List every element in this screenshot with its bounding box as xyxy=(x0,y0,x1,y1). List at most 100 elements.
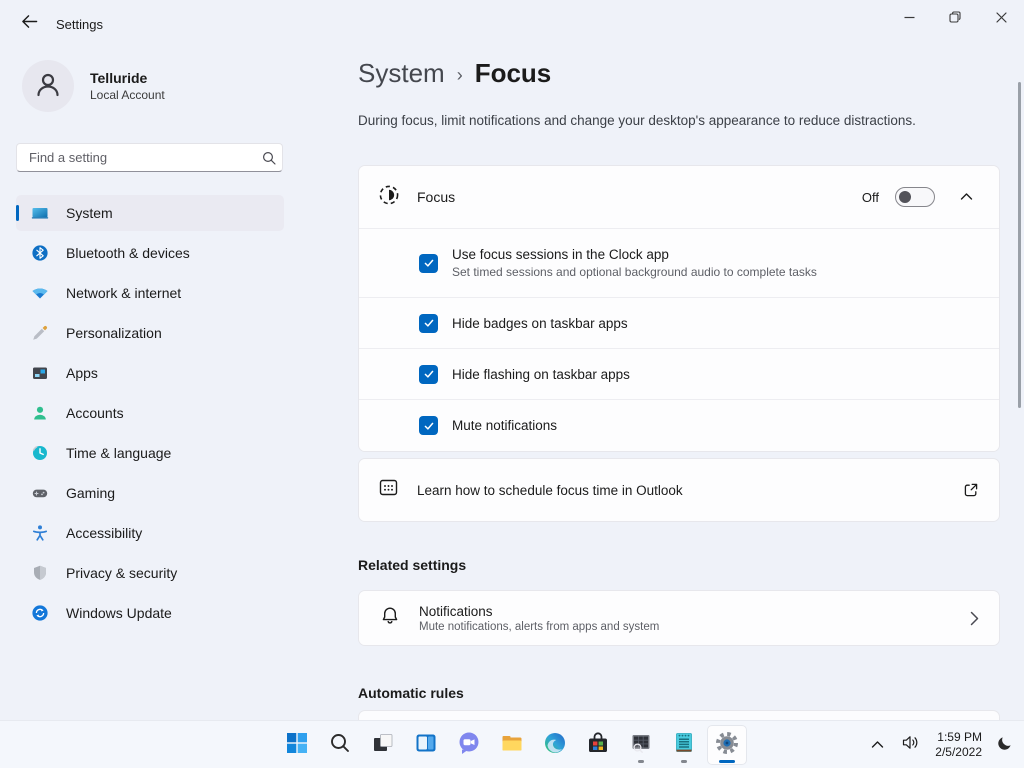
scrollbar[interactable] xyxy=(1018,82,1021,408)
sidebar-item-label: Apps xyxy=(66,365,98,381)
outlook-link-label: Learn how to schedule focus time in Outl… xyxy=(417,482,683,498)
collapse-button[interactable] xyxy=(951,182,981,212)
sidebar-item-label: Time & language xyxy=(66,445,172,461)
system-icon xyxy=(31,204,49,222)
task-view-icon xyxy=(371,731,395,760)
checkbox-checked[interactable] xyxy=(419,416,438,435)
checkbox-checked[interactable] xyxy=(419,313,438,333)
back-button[interactable] xyxy=(14,12,44,36)
clock[interactable]: 1:59 PM 2/5/2022 xyxy=(933,730,984,760)
file-explorer-button[interactable] xyxy=(492,725,532,765)
running-indicator xyxy=(638,760,644,763)
option-texts: Hide badges on taskbar apps xyxy=(452,316,628,331)
avatar xyxy=(22,60,74,112)
sidebar-item-privacy-security[interactable]: Privacy & security xyxy=(16,555,284,591)
sidebar-item-bluetooth-devices[interactable]: Bluetooth & devices xyxy=(16,235,284,271)
option-label: Hide badges on taskbar apps xyxy=(452,315,628,331)
search-input[interactable] xyxy=(17,150,256,165)
focus-title: Focus xyxy=(417,189,456,205)
sidebar-item-label: Personalization xyxy=(66,325,162,341)
account-type: Local Account xyxy=(90,88,165,102)
start-button[interactable] xyxy=(277,725,317,765)
log-viewer-app-button[interactable] xyxy=(621,725,661,765)
sidebar: Telluride Local Account System Bluet xyxy=(0,48,300,720)
outlook-link-row[interactable]: Learn how to schedule focus time in Outl… xyxy=(359,459,999,521)
focus-option-row[interactable]: Mute notifications xyxy=(359,400,999,451)
bell-icon xyxy=(379,605,401,632)
external-link-icon xyxy=(963,482,979,498)
edge-icon xyxy=(543,731,567,760)
sidebar-item-label: Gaming xyxy=(66,485,116,501)
account-header[interactable]: Telluride Local Account xyxy=(22,60,165,112)
taskbar-search-button[interactable] xyxy=(320,725,360,765)
focus-option-row[interactable]: Use focus sessions in the Clock app Set … xyxy=(359,229,999,298)
privacy-shield-icon xyxy=(31,564,49,582)
sidebar-item-label: Accessibility xyxy=(66,525,143,541)
edge-browser-button[interactable] xyxy=(535,725,575,765)
focus-toggle[interactable] xyxy=(895,187,935,207)
tray-expand-button[interactable] xyxy=(866,725,889,765)
option-label: Mute notifications xyxy=(452,418,558,433)
widgets-icon xyxy=(414,731,438,760)
personalization-brush-icon xyxy=(31,324,49,342)
automatic-rules-heading: Automatic rules xyxy=(358,685,464,701)
sidebar-item-personalization[interactable]: Personalization xyxy=(16,315,284,351)
running-indicator xyxy=(681,760,687,763)
apps-icon xyxy=(31,364,49,382)
sidebar-item-time-language[interactable]: Time & language xyxy=(16,435,284,471)
sidebar-item-gaming[interactable]: Gaming xyxy=(16,475,284,511)
active-indicator xyxy=(719,760,735,763)
sidebar-item-label: Bluetooth & devices xyxy=(66,245,190,261)
sidebar-item-accessibility[interactable]: Accessibility xyxy=(16,515,284,551)
focus-option-row[interactable]: Hide flashing on taskbar apps xyxy=(359,349,999,400)
log-viewer-app-icon xyxy=(629,731,653,760)
chat-button[interactable] xyxy=(449,725,489,765)
tray-date: 2/5/2022 xyxy=(935,745,982,759)
close-button[interactable] xyxy=(978,0,1024,34)
back-arrow-icon xyxy=(21,14,38,34)
notepad-app-button[interactable] xyxy=(664,725,704,765)
checkbox-checked[interactable] xyxy=(419,364,438,384)
automatic-rules-card[interactable] xyxy=(358,710,1000,720)
checkbox-checked[interactable] xyxy=(419,253,438,273)
volume-icon xyxy=(902,735,920,755)
gaming-icon xyxy=(31,484,49,502)
account-texts: Telluride Local Account xyxy=(90,70,165,102)
main-content: System › Focus During focus, limit notif… xyxy=(358,48,1024,720)
focus-header-row[interactable]: Focus Off xyxy=(359,166,999,229)
accessibility-icon xyxy=(31,524,49,542)
sidebar-item-windows-update[interactable]: Windows Update xyxy=(16,595,284,631)
focus-assist-button[interactable] xyxy=(992,725,1018,765)
restore-button[interactable] xyxy=(932,0,978,34)
option-label: Use focus sessions in the Clock app xyxy=(452,247,669,262)
volume-button[interactable] xyxy=(897,725,925,765)
search-icon[interactable] xyxy=(256,151,282,165)
settings-window: Settings Telluride Local Account Find a … xyxy=(0,0,1024,768)
settings-app-button[interactable] xyxy=(707,725,747,765)
notifications-texts: Notifications Mute notifications, alerts… xyxy=(419,604,659,633)
page-description: During focus, limit notifications and ch… xyxy=(358,113,916,128)
sidebar-item-network-internet[interactable]: Network & internet xyxy=(16,275,284,311)
focus-option-row[interactable]: Hide badges on taskbar apps xyxy=(359,298,999,349)
app-title: Settings xyxy=(56,17,103,32)
notifications-row[interactable]: Notifications Mute notifications, alerts… xyxy=(359,591,999,645)
sidebar-item-apps[interactable]: Apps xyxy=(16,355,284,391)
sidebar-item-accounts[interactable]: Accounts xyxy=(16,395,284,431)
option-texts: Hide flashing on taskbar apps xyxy=(452,367,630,382)
task-view-button[interactable] xyxy=(363,725,403,765)
toggle-knob xyxy=(899,191,911,203)
sidebar-item-system[interactable]: System xyxy=(16,195,284,231)
tray-time: 1:59 PM xyxy=(937,730,982,744)
minimize-button[interactable] xyxy=(886,0,932,34)
breadcrumb-system[interactable]: System xyxy=(358,58,445,89)
taskbar: 1:59 PM 2/5/2022 xyxy=(0,720,1024,768)
related-settings-heading: Related settings xyxy=(358,557,467,573)
widgets-button[interactable] xyxy=(406,725,446,765)
outlook-link-card: Learn how to schedule focus time in Outl… xyxy=(358,458,1000,522)
chevron-up-icon xyxy=(871,736,884,754)
store-button[interactable] xyxy=(578,725,618,765)
chevron-up-icon xyxy=(960,188,973,206)
search-box xyxy=(16,143,283,172)
network-icon xyxy=(31,284,49,302)
option-description: Set timed sessions and optional backgrou… xyxy=(452,265,817,279)
